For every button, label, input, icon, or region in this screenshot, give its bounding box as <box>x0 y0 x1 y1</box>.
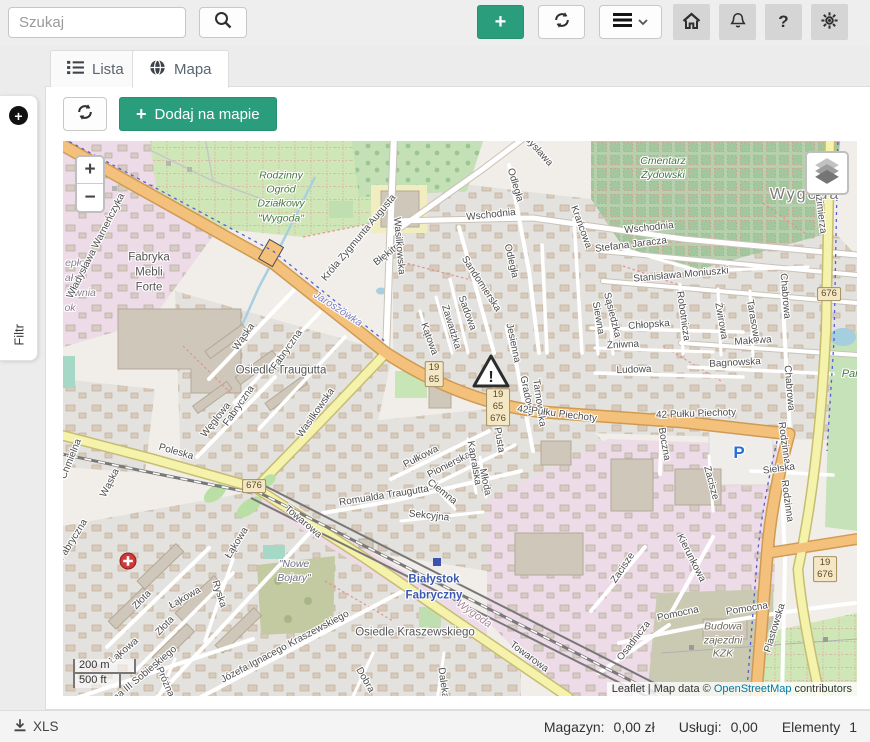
medical-marker[interactable] <box>119 552 137 575</box>
layers-icon <box>813 157 841 190</box>
gear-icon <box>820 11 839 33</box>
top-toolbar: + ? <box>0 0 870 46</box>
add-on-map-button[interactable]: + Dodaj na mapie <box>119 97 277 131</box>
uslugi-label: Usługi: <box>679 719 722 735</box>
notifications-button[interactable] <box>719 4 756 40</box>
map-panel: + Dodaj na mapie <box>45 86 870 710</box>
filter-add-button[interactable]: + <box>9 106 28 125</box>
warning-marker[interactable]: ! <box>471 353 511 395</box>
tab-lista[interactable]: Lista <box>50 50 141 87</box>
add-button[interactable]: + <box>477 5 524 39</box>
map-scale-control: 200 m 500 ft <box>73 659 136 688</box>
search-button[interactable] <box>199 7 247 38</box>
refresh-icon <box>75 102 95 127</box>
refresh-button[interactable] <box>538 5 585 39</box>
map-refresh-button[interactable] <box>63 97 107 131</box>
settings-button[interactable] <box>811 4 848 40</box>
tab-label: Lista <box>92 61 124 78</box>
scale-imperial: 500 ft <box>73 672 121 688</box>
home-icon <box>682 12 701 33</box>
home-button[interactable] <box>673 4 710 40</box>
list-icon <box>67 60 84 79</box>
map-zoom-control: + − <box>75 155 105 213</box>
question-icon: ? <box>778 12 788 32</box>
plus-icon: + <box>136 104 147 125</box>
globe-icon <box>149 59 166 80</box>
refresh-icon <box>552 10 572 35</box>
attribution-text: | Map data © <box>645 683 714 695</box>
map-attribution: Leaflet | Map data © OpenStreetMap contr… <box>607 682 857 696</box>
map-tiles <box>63 141 857 696</box>
leaflet-link[interactable]: Leaflet <box>612 683 645 695</box>
osm-link[interactable]: OpenStreetMap <box>714 683 792 695</box>
magazyn-label: Magazyn: <box>544 719 605 735</box>
attribution-text: contributors <box>791 683 852 695</box>
help-button[interactable]: ? <box>765 4 802 40</box>
download-icon <box>13 718 27 736</box>
search-input[interactable] <box>8 7 186 38</box>
zoom-out-button[interactable]: − <box>77 184 103 211</box>
filter-label: Filtr <box>11 324 26 346</box>
xls-label: XLS <box>33 719 59 734</box>
layers-control[interactable] <box>805 151 849 195</box>
plus-circle-icon: + <box>14 109 22 123</box>
elementy-label: Elementy <box>782 719 840 735</box>
status-bar: XLS Magazyn: 0,00 zł Usługi: 0,00 Elementy… <box>0 710 870 742</box>
hamburger-icon <box>613 13 632 32</box>
export-xls-button[interactable]: XLS <box>13 718 59 736</box>
plus-icon: + <box>495 11 507 34</box>
magazyn-value: 0,00 zł <box>614 719 655 735</box>
tab-mapa[interactable]: Mapa <box>132 50 229 88</box>
bell-icon <box>729 11 747 33</box>
filter-sidebar: + Filtr <box>0 95 38 361</box>
search-icon <box>213 10 233 35</box>
map-canvas[interactable]: Fabryka Mebli ForteRodzinny Ogród Działk… <box>63 141 857 696</box>
zoom-in-button[interactable]: + <box>77 157 103 184</box>
elementy-value: 1 <box>849 719 857 735</box>
menu-button[interactable] <box>599 5 662 39</box>
tab-label: Mapa <box>174 61 212 78</box>
train-station-icon <box>433 558 441 566</box>
add-on-map-label: Dodaj na mapie <box>155 106 260 123</box>
svg-text:!: ! <box>488 369 493 386</box>
chevron-down-icon <box>638 13 648 31</box>
uslugi-value: 0,00 <box>731 719 758 735</box>
